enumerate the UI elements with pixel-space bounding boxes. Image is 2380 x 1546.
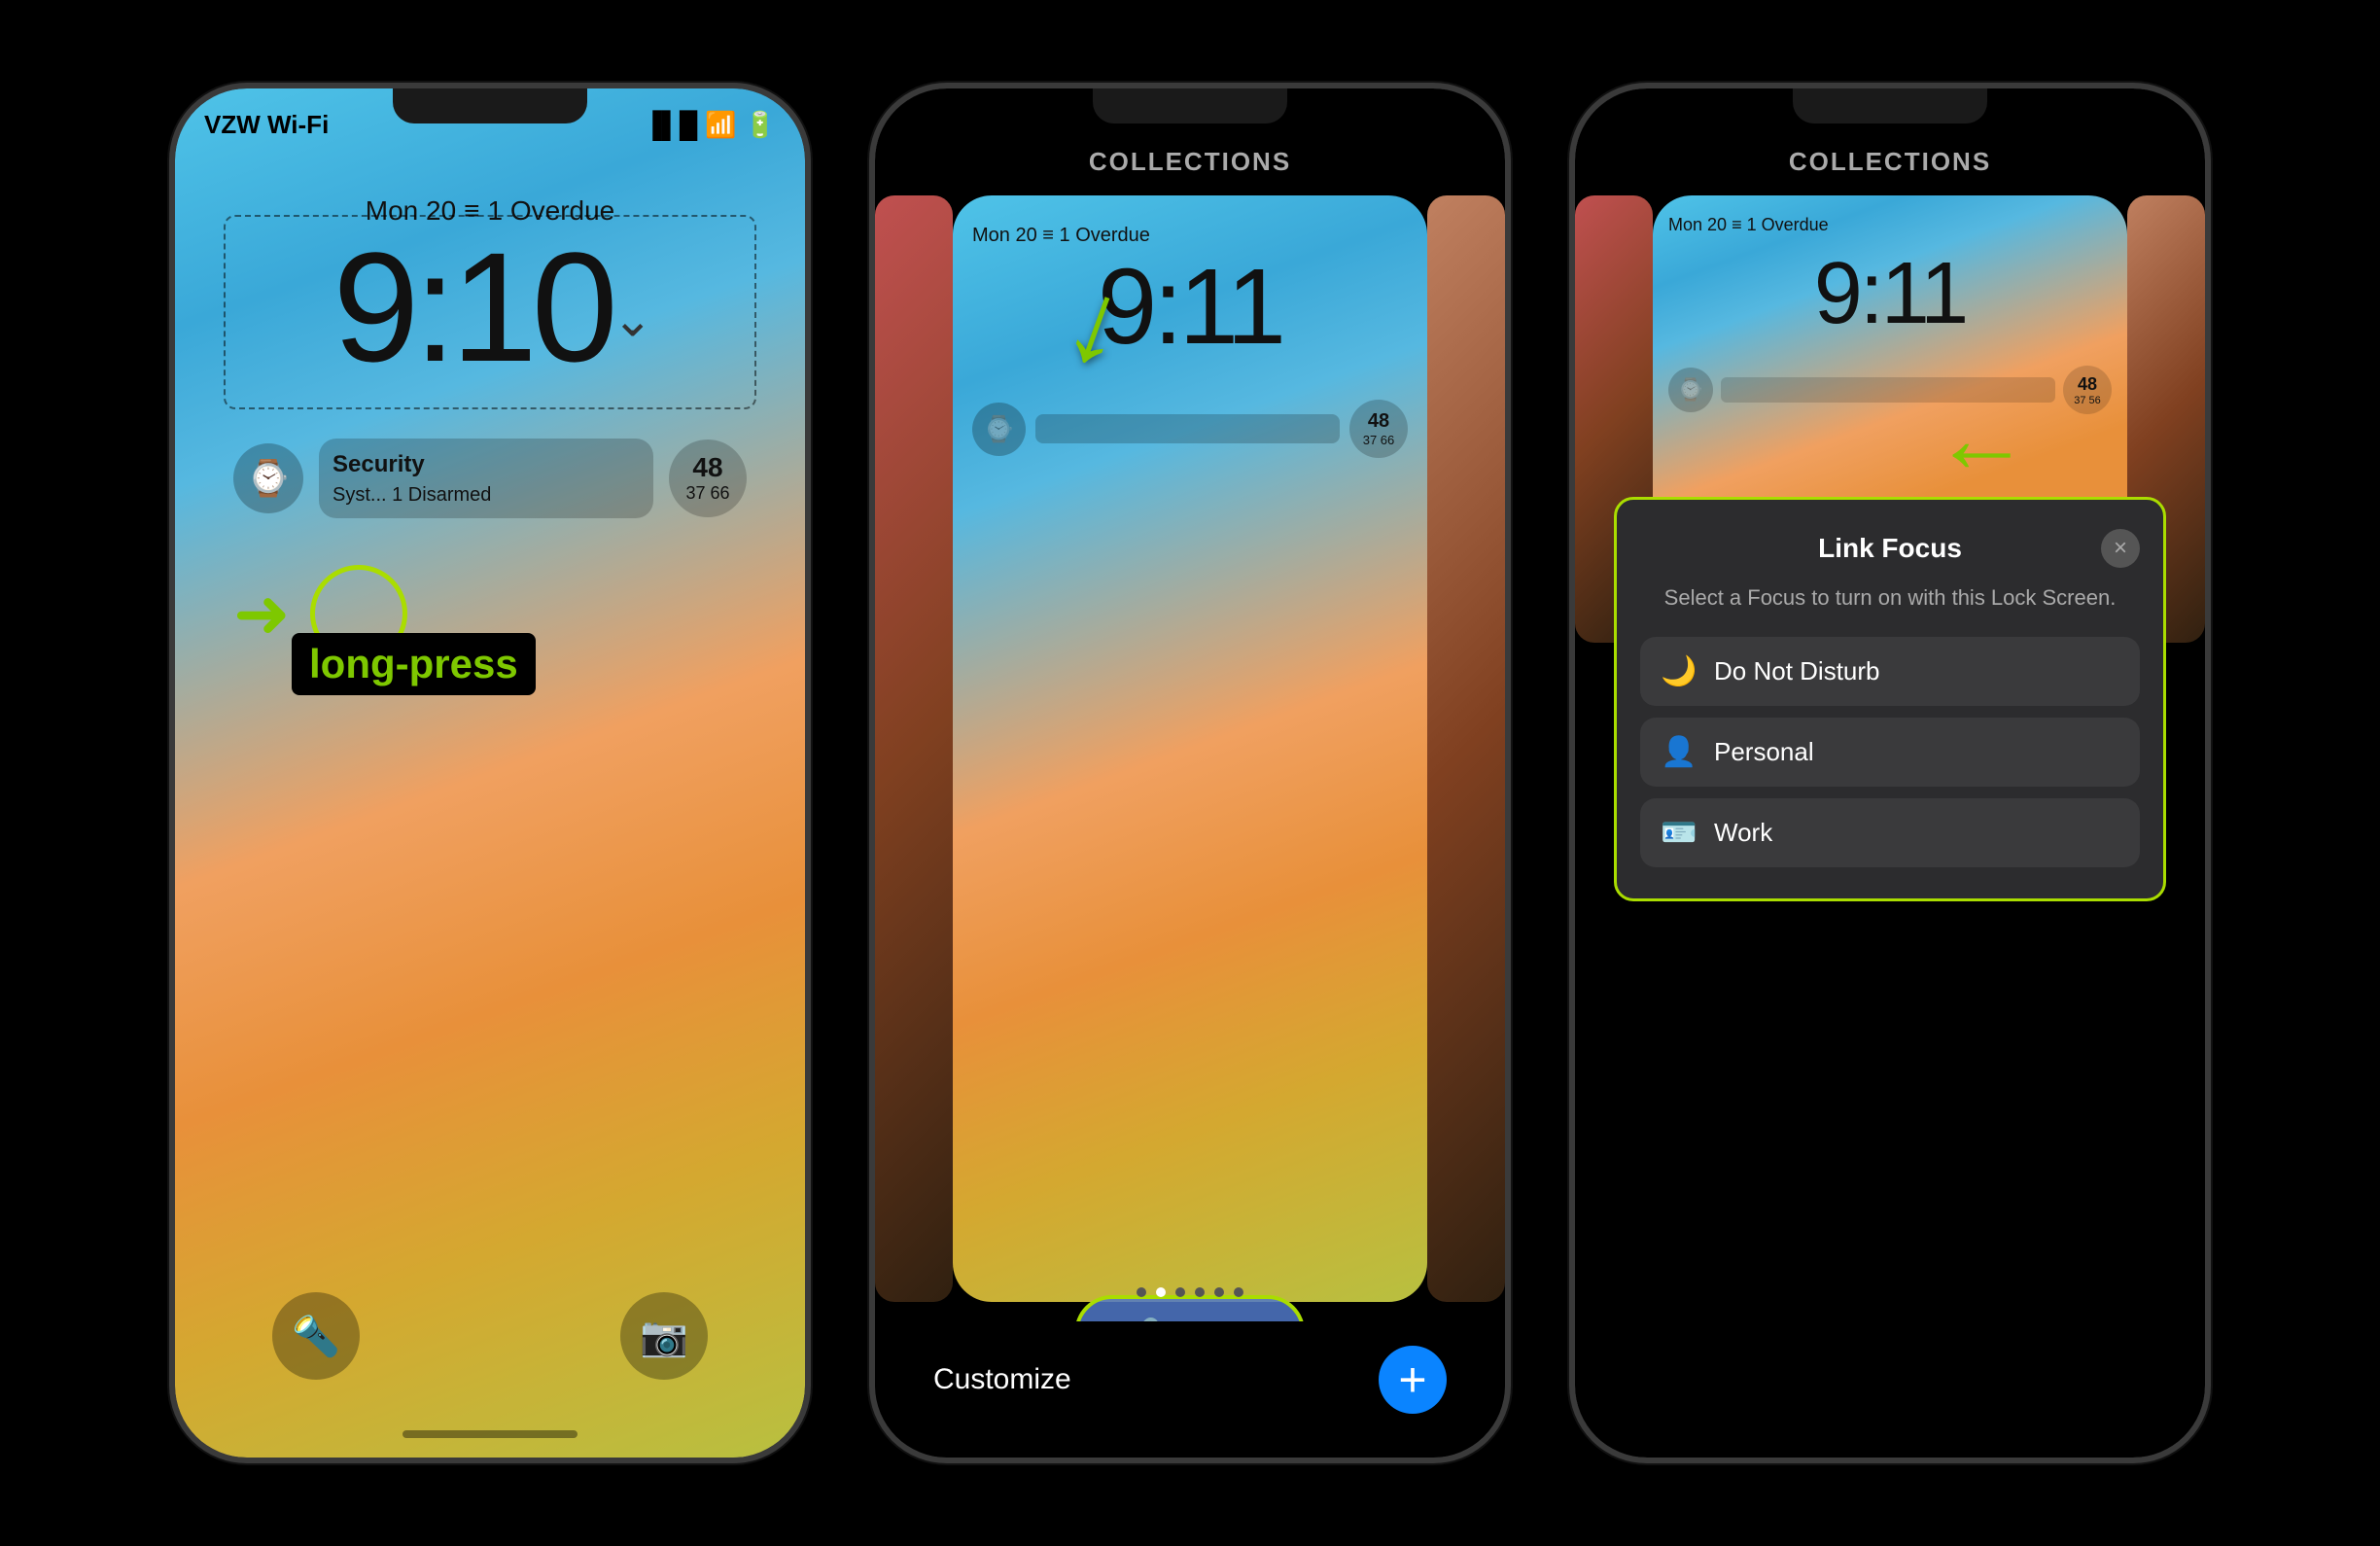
phone3-wp-date: Mon 20 ≡ 1 Overdue bbox=[1668, 215, 2112, 235]
phone1-widgets: ⌚ Security Syst... 1 Disarmed 48 37 66 bbox=[233, 439, 747, 518]
lf-title-row: Link Focus × bbox=[1640, 529, 2140, 568]
phone3-screen: COLLECTIONS Mon 20 ≡ 1 Overdue 9:11 ⌚ 48… bbox=[1575, 88, 2205, 1458]
dot-1 bbox=[1137, 1287, 1146, 1297]
phone2-temp-widget: 48 37 66 bbox=[1349, 400, 1408, 458]
phone2-wp-time: 9:11 bbox=[953, 254, 1427, 361]
phone3-wp-widgets: ⌚ 48 37 56 bbox=[1668, 366, 2112, 414]
phone2-bottom-btns: Customize + bbox=[875, 1321, 1505, 1458]
phone3-header: COLLECTIONS bbox=[1575, 147, 2205, 177]
dot-5 bbox=[1214, 1287, 1224, 1297]
link-focus-panel: Link Focus × Select a Focus to turn on w… bbox=[1614, 497, 2166, 901]
phone3-temp-widget: 48 37 56 bbox=[2063, 366, 2112, 414]
phone3-spacer-widget bbox=[1721, 377, 2055, 403]
dot-4 bbox=[1195, 1287, 1205, 1297]
security-sub: Syst... 1 Disarmed bbox=[332, 481, 640, 509]
arrow-right-icon: ➜ bbox=[233, 574, 291, 653]
phone1-screen: VZW Wi-Fi ▐▌█ 📶 🔋 Mon 20 ≡ 1 Overdue 9:1… bbox=[175, 88, 805, 1458]
lf-subtitle: Select a Focus to turn on with this Lock… bbox=[1640, 583, 2140, 614]
phone1-home-indicator bbox=[402, 1430, 578, 1438]
phone2-spacer-widget bbox=[1035, 414, 1340, 443]
phone2-watch-widget: ⌚ bbox=[972, 403, 1026, 456]
security-title: Security bbox=[332, 448, 640, 481]
carrier-label: VZW Wi-Fi bbox=[204, 110, 329, 140]
personal-label: Personal bbox=[1714, 737, 1814, 767]
phone1-time: 9:10⌄ bbox=[175, 229, 805, 385]
phone3-watch-widget: ⌚ bbox=[1668, 368, 1713, 412]
lf-option-work[interactable]: 🪪 Work bbox=[1640, 798, 2140, 867]
wifi-icon: 📶 bbox=[705, 110, 736, 140]
camera-icon[interactable]: 📷 bbox=[620, 1292, 708, 1380]
security-widget: Security Syst... 1 Disarmed bbox=[319, 439, 653, 518]
torch-icon[interactable]: 🔦 bbox=[272, 1292, 360, 1380]
dropdown-arrow-icon: ⌄ bbox=[612, 293, 648, 347]
phone1-bottom-bar: 🔦 📷 bbox=[175, 1292, 805, 1380]
work-icon: 🪪 bbox=[1660, 816, 1698, 850]
phone2-wallpaper-preview[interactable]: Mon 20 ≡ 1 Overdue 9:11 ⌚ 48 37 66 bbox=[953, 195, 1427, 1302]
temp-widget: 48 37 66 bbox=[669, 439, 747, 517]
dnd-label: Do Not Disturb bbox=[1714, 656, 1880, 686]
lf-option-personal[interactable]: 👤 Personal bbox=[1640, 718, 2140, 787]
phone2-screen: COLLECTIONS Mon 20 ≡ 1 Overdue 9:11 ⌚ 48… bbox=[875, 88, 1505, 1458]
lf-close-button[interactable]: × bbox=[2101, 529, 2140, 568]
signal-icon: ▐▌█ bbox=[644, 110, 697, 140]
phone2-wp-widgets: ⌚ 48 37 66 bbox=[972, 400, 1408, 458]
watch-widget: ⌚ bbox=[233, 443, 303, 513]
dot-2-active bbox=[1156, 1287, 1166, 1297]
phone-1: VZW Wi-Fi ▐▌█ 📶 🔋 Mon 20 ≡ 1 Overdue 9:1… bbox=[169, 83, 811, 1463]
work-label: Work bbox=[1714, 818, 1772, 848]
phone3-wp-time: 9:11 bbox=[1653, 244, 2127, 344]
dnd-icon: 🌙 bbox=[1660, 654, 1698, 688]
customize-button[interactable]: Customize bbox=[933, 1363, 1071, 1396]
phone2-dots bbox=[875, 1287, 1505, 1297]
phone2-side-peek-left bbox=[875, 195, 953, 1302]
longpress-label: long-press bbox=[292, 633, 536, 695]
battery-icon: 🔋 bbox=[745, 110, 776, 140]
phone-3: COLLECTIONS Mon 20 ≡ 1 Overdue 9:11 ⌚ 48… bbox=[1569, 83, 2211, 1463]
phone3-arrow-down-icon: ↓ bbox=[1933, 432, 2045, 480]
personal-icon: 👤 bbox=[1660, 735, 1698, 769]
close-icon: × bbox=[2114, 535, 2127, 562]
status-icons: ▐▌█ 📶 🔋 bbox=[644, 110, 776, 140]
phone2-side-peek-right bbox=[1427, 195, 1505, 1302]
lf-option-dnd[interactable]: 🌙 Do Not Disturb bbox=[1640, 637, 2140, 706]
phone2-header: COLLECTIONS bbox=[875, 147, 1505, 177]
dot-3 bbox=[1175, 1287, 1185, 1297]
phone-2: COLLECTIONS Mon 20 ≡ 1 Overdue 9:11 ⌚ 48… bbox=[869, 83, 1511, 1463]
add-button[interactable]: + bbox=[1379, 1346, 1447, 1414]
lf-title: Link Focus bbox=[1679, 533, 2101, 564]
phone2-wp-date: Mon 20 ≡ 1 Overdue bbox=[972, 225, 1408, 247]
dot-6 bbox=[1234, 1287, 1243, 1297]
phone1-status-bar: VZW Wi-Fi ▐▌█ 📶 🔋 bbox=[204, 102, 776, 140]
